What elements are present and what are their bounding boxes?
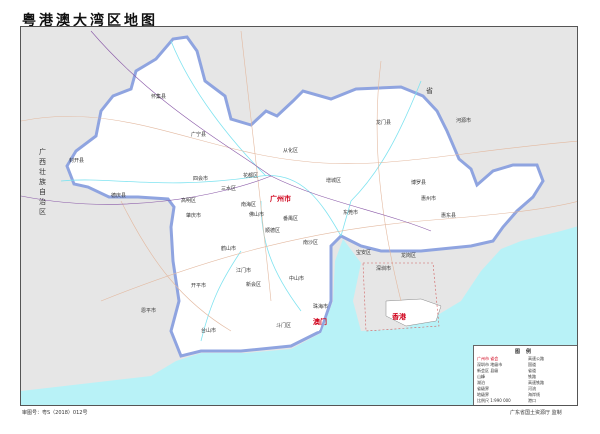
approval-number: 审图号：粤S（2018）012号 [22, 409, 87, 416]
city-deqing[interactable]: 德庆县 [111, 192, 126, 199]
city-shenzhen[interactable]: 深圳市 [376, 265, 391, 272]
city-baoan[interactable]: 宝安区 [356, 249, 371, 256]
legend-item: 港口 [528, 398, 576, 404]
city-gaoming[interactable]: 高明区 [181, 197, 196, 204]
city-heshan[interactable]: 鹤山市 [221, 245, 236, 252]
city-huaiji[interactable]: 怀集县 [151, 93, 166, 100]
city-doumen[interactable]: 斗门区 [276, 322, 291, 329]
city-jiangmen[interactable]: 江门市 [236, 267, 251, 274]
city-xinhui[interactable]: 新会区 [246, 281, 261, 288]
city-nansha[interactable]: 南沙区 [303, 239, 318, 246]
city-zhongshan[interactable]: 中山市 [289, 275, 304, 282]
city-boluo[interactable]: 博罗县 [411, 179, 426, 186]
city-longmen[interactable]: 龙门县 [376, 119, 391, 126]
city-heyuan[interactable]: 河源市 [456, 117, 471, 124]
city-dongguan[interactable]: 东莞市 [343, 209, 358, 216]
legend-left-column: 广州市 省会 深圳市 地级市 新会区 县级 山峰 湖泊 省级界 地级界 比例尺 … [477, 356, 525, 404]
city-kaiping[interactable]: 开平市 [191, 282, 206, 289]
map-canvas[interactable]: 广西壮族自治区 省 广州市 香港 澳门 东莞市 佛山市 中山市 江门市 珠海市 … [20, 26, 578, 406]
publisher: 广东省国土资源厅 监制 [510, 409, 562, 416]
city-guangning[interactable]: 广宁县 [191, 131, 206, 138]
city-longgang[interactable]: 龙岗区 [401, 252, 416, 259]
city-zhaoqing[interactable]: 肇庆市 [186, 212, 201, 219]
city-zengcheng[interactable]: 增城区 [326, 177, 341, 184]
legend-right-column: 高速公路 国道 省道 铁路 高速铁路 河流 海岸线 港口 [528, 356, 576, 404]
city-panyu[interactable]: 番禺区 [283, 215, 298, 222]
city-sanshui[interactable]: 三水区 [221, 185, 236, 192]
province-label-sheng: 省 [426, 86, 433, 96]
city-hongkong[interactable]: 香港 [392, 312, 406, 322]
province-label-guangxi: 广西壮族自治区 [39, 147, 46, 217]
city-conghua[interactable]: 从化区 [283, 147, 298, 154]
city-foshan[interactable]: 佛山市 [249, 211, 264, 218]
city-huidong[interactable]: 惠东县 [441, 212, 456, 219]
city-nanhai[interactable]: 南海区 [241, 201, 256, 208]
legend-item: 比例尺 1:990 000 [477, 398, 525, 404]
city-fengkai[interactable]: 封开县 [69, 157, 84, 164]
city-sihui[interactable]: 四会市 [193, 175, 208, 182]
city-huadu[interactable]: 花都区 [243, 172, 258, 179]
city-macao[interactable]: 澳门 [313, 317, 327, 327]
city-zhuhai[interactable]: 珠海市 [313, 303, 328, 310]
city-taishan[interactable]: 台山市 [201, 327, 216, 334]
city-guangzhou[interactable]: 广州市 [270, 194, 291, 204]
city-enping[interactable]: 恩平市 [141, 307, 156, 314]
map-legend: 图例 广州市 省会 深圳市 地级市 新会区 县级 山峰 湖泊 省级界 地级界 比… [473, 345, 578, 406]
city-shunde[interactable]: 顺德区 [265, 227, 280, 234]
legend-title: 图例 [474, 348, 578, 355]
city-huizhou[interactable]: 惠州市 [421, 195, 436, 202]
